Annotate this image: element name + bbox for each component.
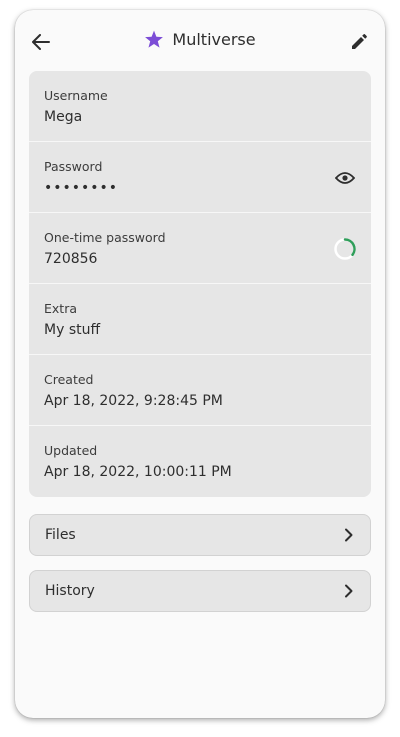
updated-label: Updated xyxy=(44,443,98,458)
created-value: Apr 18, 2022, 9:28:45 PM xyxy=(44,393,223,409)
username-row[interactable]: Username Mega xyxy=(29,71,371,142)
page-title: Multiverse xyxy=(172,30,256,49)
extra-label: Extra xyxy=(44,301,77,316)
created-label: Created xyxy=(44,372,94,387)
otp-label: One-time password xyxy=(44,230,166,245)
chevron-right-icon xyxy=(345,584,353,598)
history-button[interactable]: History xyxy=(29,570,371,612)
extra-value: My stuff xyxy=(44,322,101,338)
star-icon xyxy=(145,30,164,48)
chevron-right-icon xyxy=(345,528,353,542)
app-window: Multiverse Username Mega Password ••••••… xyxy=(15,10,385,718)
password-row[interactable]: Password •••••••• xyxy=(29,142,371,213)
files-button[interactable]: Files xyxy=(29,514,371,556)
username-value: Mega xyxy=(44,109,83,125)
countdown-spinner-icon xyxy=(334,238,356,260)
files-label: Files xyxy=(45,527,76,543)
password-label: Password xyxy=(44,159,103,174)
history-label: History xyxy=(45,583,95,599)
username-label: Username xyxy=(44,88,108,103)
header-bar: Multiverse xyxy=(15,10,385,72)
extra-row[interactable]: Extra My stuff xyxy=(29,284,371,355)
created-row: Created Apr 18, 2022, 9:28:45 PM xyxy=(29,355,371,426)
entry-details-card: Username Mega Password •••••••• One-time… xyxy=(29,71,371,497)
pencil-icon xyxy=(352,34,367,49)
password-value: •••••••• xyxy=(44,180,119,196)
title-group: Multiverse xyxy=(15,30,385,49)
otp-row[interactable]: One-time password 720856 xyxy=(29,213,371,284)
updated-row: Updated Apr 18, 2022, 10:00:11 PM xyxy=(29,426,371,497)
show-password-button[interactable] xyxy=(333,167,357,189)
updated-value: Apr 18, 2022, 10:00:11 PM xyxy=(44,464,232,480)
eye-icon xyxy=(335,172,355,184)
otp-value: 720856 xyxy=(44,251,98,267)
edit-button[interactable] xyxy=(345,28,373,56)
